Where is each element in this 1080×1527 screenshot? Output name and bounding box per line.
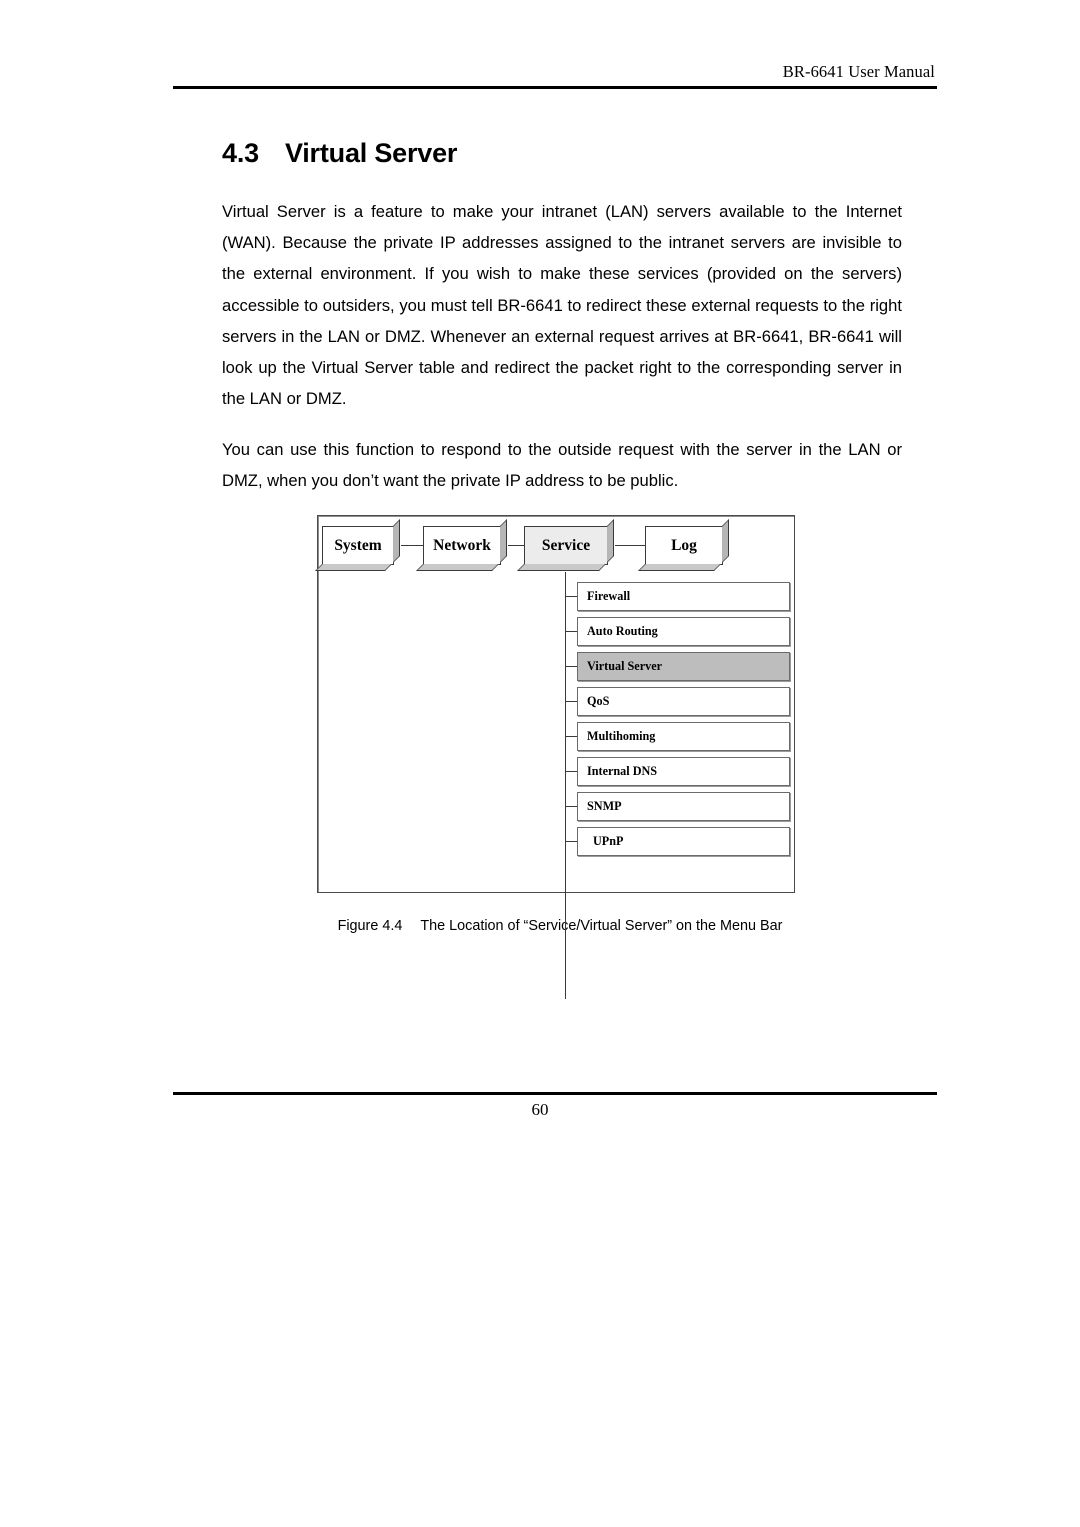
paragraph-2: You can use this function to respond to … (222, 440, 902, 491)
figure-caption-number: Figure 4.4 (337, 918, 403, 934)
menu-tab-network-label: Network (433, 536, 491, 554)
tab-connector-network-service (508, 545, 525, 546)
figure-caption-text: The Location of “Service/Virtual Server”… (420, 918, 783, 934)
submenu-item-internal-dns-label: Internal DNS (587, 764, 658, 778)
menu-tab-network[interactable]: Network (423, 526, 501, 565)
paragraph-1-block: Virtual Server is a feature to make your… (222, 196, 902, 414)
submenu-item-qos-label: QoS (587, 694, 610, 708)
submenu-item-multihoming[interactable]: Multihoming (577, 722, 790, 751)
submenu-item-internal-dns[interactable]: Internal DNS (577, 757, 790, 786)
submenu-item-upnp-label: UPnP (593, 834, 624, 848)
tab-connector-service-log (615, 545, 646, 546)
menu-tab-system[interactable]: System (322, 526, 394, 565)
submenu-item-upnp[interactable]: UPnP (577, 827, 790, 856)
menu-tab-log-label: Log (671, 536, 697, 554)
manual-page: BR-6641 User Manual 4.3 Virtual Server Vi… (0, 0, 1080, 1527)
submenu-item-virtual-server-label: Virtual Server (587, 659, 663, 673)
page-number: 60 (531, 1100, 549, 1119)
submenu-item-firewall-label: Firewall (587, 589, 631, 603)
submenu-item-auto-routing[interactable]: Auto Routing (577, 617, 790, 646)
submenu-tree-trunk (565, 572, 566, 999)
page-title: 4.3 Virtual Server (222, 138, 457, 169)
figure-menu-bar-diagram: System Network Service Log Firewall Auto… (317, 515, 795, 999)
tab-connector-system-network (401, 545, 424, 546)
submenu-branch-6 (565, 771, 577, 772)
running-header: BR-6641 User Manual (782, 62, 935, 81)
submenu-item-auto-routing-label: Auto Routing (587, 624, 658, 638)
submenu-item-snmp-label: SNMP (587, 799, 622, 813)
menu-tab-system-label: System (334, 536, 382, 554)
submenu-branch-2 (565, 631, 577, 632)
paragraph-1: Virtual Server is a feature to make your… (222, 202, 902, 409)
submenu-item-virtual-server[interactable]: Virtual Server (577, 652, 790, 681)
footer-rule (173, 1092, 937, 1095)
submenu-item-multihoming-label: Multihoming (587, 729, 656, 743)
submenu-item-firewall[interactable]: Firewall (577, 582, 790, 611)
submenu-branch-5 (565, 736, 577, 737)
section-number: 4.3 (222, 138, 259, 168)
submenu-branch-3 (565, 666, 577, 667)
paragraph-2-block: You can use this function to respond to … (222, 434, 902, 496)
figure-caption: Figure 4.4 The Location of “Service/Virtu… (180, 918, 940, 934)
menu-tab-log[interactable]: Log (645, 526, 723, 565)
header-rule (173, 86, 937, 89)
submenu-branch-7 (565, 806, 577, 807)
submenu-item-qos[interactable]: QoS (577, 687, 790, 716)
submenu-item-snmp[interactable]: SNMP (577, 792, 790, 821)
submenu-branch-8 (565, 841, 577, 842)
menu-tab-service[interactable]: Service (524, 526, 608, 565)
menu-tab-service-label: Service (541, 536, 591, 554)
submenu-branch-1 (565, 596, 577, 597)
section-title: Virtual Server (284, 138, 458, 168)
submenu-branch-4 (565, 701, 577, 702)
